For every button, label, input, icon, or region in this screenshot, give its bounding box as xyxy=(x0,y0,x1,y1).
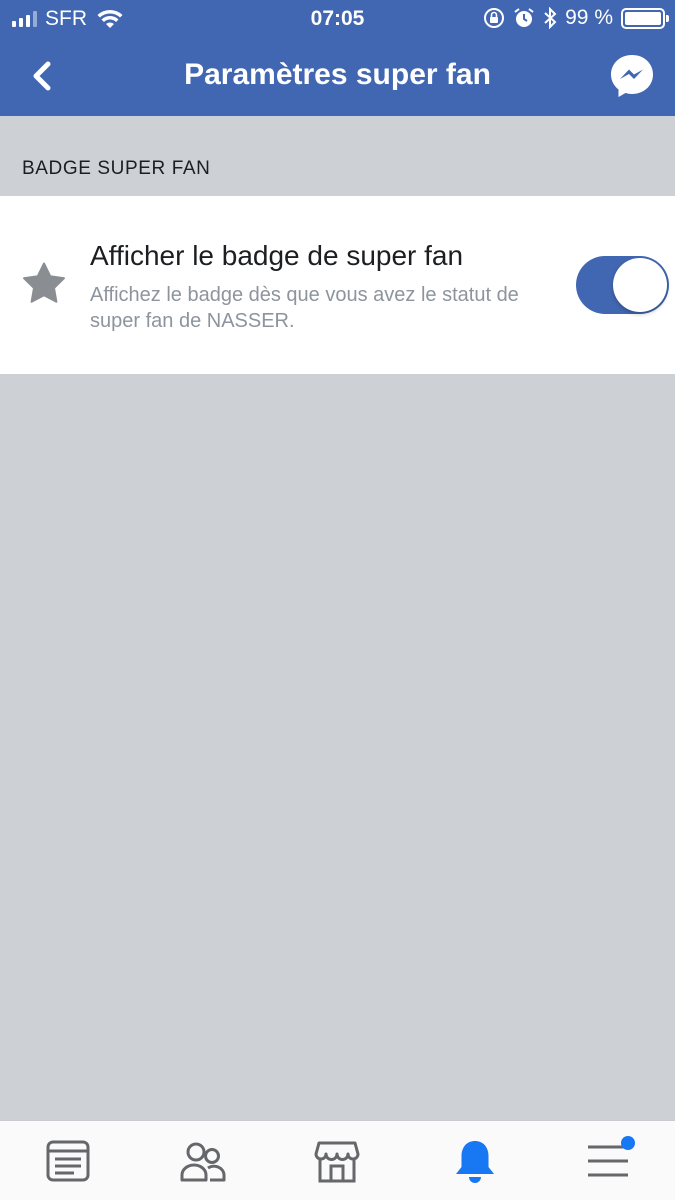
alarm-icon xyxy=(514,8,534,27)
tab-friends[interactable] xyxy=(179,1137,227,1185)
setting-title: Afficher le badge de super fan xyxy=(90,240,464,271)
super-fan-badge-toggle[interactable] xyxy=(576,256,669,314)
star-icon xyxy=(23,262,65,303)
bluetooth-icon xyxy=(544,7,557,29)
messenger-icon[interactable] xyxy=(609,53,655,99)
status-bar: SFR 07:05 99 % xyxy=(0,0,675,38)
toggle-knob xyxy=(613,258,667,312)
tab-bar xyxy=(0,1120,675,1200)
tab-marketplace[interactable] xyxy=(313,1137,361,1185)
tab-notifications[interactable] xyxy=(451,1137,499,1185)
top-bar: SFR 07:05 99 % Paramètres super fan xyxy=(0,0,675,116)
page-title: Paramètres super fan xyxy=(184,58,491,91)
marketplace-icon xyxy=(314,1141,360,1183)
notifications-bell-icon xyxy=(456,1141,494,1183)
tab-news-feed[interactable] xyxy=(44,1137,92,1185)
friends-icon xyxy=(180,1142,226,1182)
navigation-bar: Paramètres super fan xyxy=(0,38,675,116)
rotation-lock-icon xyxy=(484,8,505,28)
battery-percent: 99 % xyxy=(565,6,613,29)
battery-icon xyxy=(621,7,669,29)
setting-description: Affichez le badge dès que vous avez le s… xyxy=(90,284,519,332)
status-right: 99 % xyxy=(483,6,669,30)
menu-notification-dot xyxy=(621,1136,635,1150)
tab-menu[interactable] xyxy=(584,1136,635,1185)
section-header: BADGE SUPER FAN xyxy=(22,158,211,179)
news-feed-icon xyxy=(46,1140,90,1182)
